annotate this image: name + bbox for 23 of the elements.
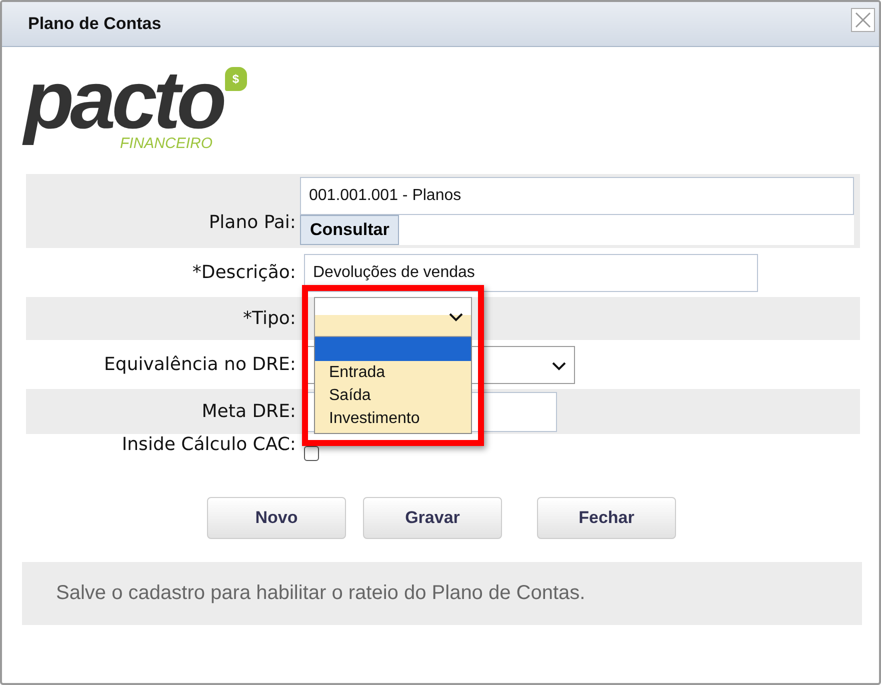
input-field[interactable]: 001.001.001 - Planos — [300, 177, 854, 215]
action-button[interactable]: Fechar — [537, 497, 676, 539]
dropdown-option[interactable]: Investimento — [315, 407, 471, 430]
dropdown[interactable] — [314, 297, 472, 337]
close-icon[interactable] — [851, 8, 875, 32]
field-label: *Descrição: — [192, 262, 296, 283]
field-label: Inside Cálculo CAC: — [122, 434, 296, 455]
dropdown-option[interactable]: Saída — [315, 384, 471, 407]
input-field[interactable]: Devoluções de vendas — [304, 254, 758, 292]
action-button[interactable]: Gravar — [363, 497, 502, 539]
consultar-button[interactable]: Consultar — [300, 215, 400, 245]
logo: pacto$ FINANCEIRO — [22, 47, 257, 147]
field-label: Equivalência no DRE: — [104, 354, 296, 375]
checkbox[interactable] — [304, 446, 319, 461]
action-button[interactable]: Novo — [207, 497, 346, 539]
chevron-icon — [552, 362, 566, 370]
notice-text: Salve o cadastro para habilitar o rateio do Plano de Contas. — [56, 582, 586, 605]
field-label: Plano Pai: — [208, 212, 296, 232]
chevron-icon — [449, 313, 463, 322]
field-label: *Tipo: — [243, 308, 296, 329]
field-label: Meta DRE: — [202, 401, 296, 422]
dropdown-option[interactable]: Entrada — [315, 361, 471, 384]
window-title: Plano de Contas — [28, 14, 162, 34]
